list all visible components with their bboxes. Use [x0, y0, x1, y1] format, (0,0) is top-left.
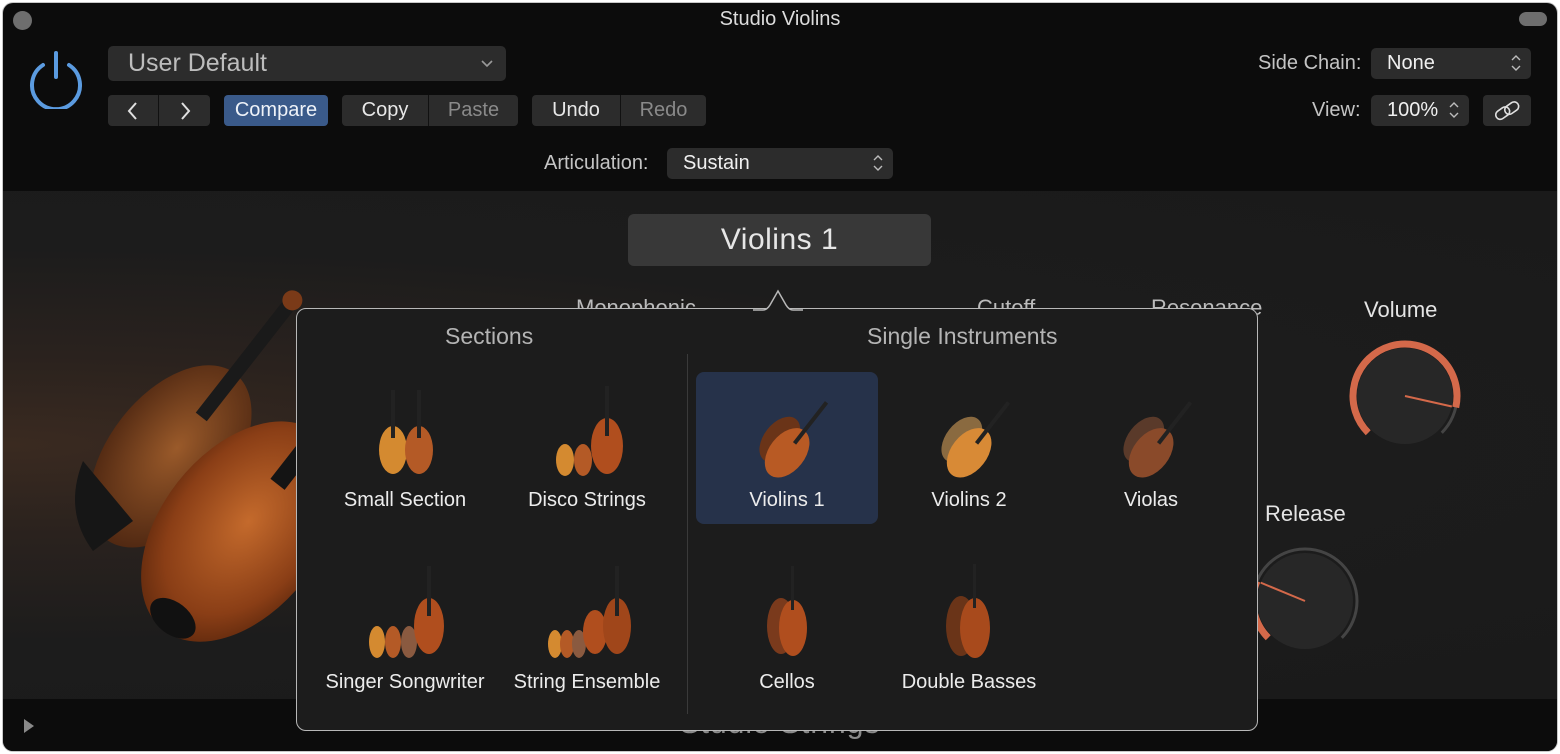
view-zoom-value: 100% — [1387, 99, 1439, 121]
articulation-select[interactable]: Sustain — [667, 148, 893, 179]
tile-label: Small Section — [343, 489, 467, 511]
tile-label: Disco Strings — [528, 489, 646, 511]
violins-1-icon — [759, 401, 829, 478]
tile-violins-2[interactable]: Violins 2 — [878, 372, 1060, 524]
link-button[interactable] — [1483, 95, 1531, 126]
link-icon — [1494, 100, 1520, 120]
tile-label: Violins 1 — [749, 489, 825, 511]
articulation-label: Articulation: — [544, 152, 649, 174]
release-knob[interactable] — [1243, 539, 1367, 663]
articulation-value: Sustain — [683, 152, 750, 174]
view-zoom-select[interactable]: 100% — [1371, 95, 1469, 126]
tile-label: String Ensemble — [513, 671, 661, 693]
window-pill-button[interactable] — [1519, 12, 1547, 26]
side-chain-label: Side Chain: — [1258, 52, 1362, 74]
cellos-icon — [767, 566, 807, 656]
next-preset-button[interactable] — [158, 95, 210, 126]
chevron-right-icon — [180, 101, 190, 120]
tile-label: Singer Songwriter — [325, 671, 485, 693]
up-down-arrows-icon — [1449, 102, 1459, 118]
disco-strings-icon — [556, 386, 623, 476]
instrument-picker-popover: Sections Single Instruments Small Sectio… — [296, 308, 1258, 731]
window-title: Studio Violins — [719, 8, 841, 30]
tile-violas[interactable]: Violas — [1060, 372, 1242, 524]
tile-violins-1[interactable]: Violins 1 — [696, 372, 878, 524]
paste-button[interactable]: Paste — [428, 95, 518, 126]
tile-small-section[interactable]: Small Section — [314, 372, 496, 524]
chevron-down-icon — [481, 60, 493, 68]
view-label: View: — [1312, 99, 1361, 121]
tile-label: Double Basses — [901, 671, 1037, 693]
double-basses-icon — [946, 564, 990, 658]
up-down-arrows-icon — [873, 155, 883, 171]
single-instruments-heading: Single Instruments — [867, 323, 1058, 349]
tile-disco-strings[interactable]: Disco Strings — [496, 372, 678, 524]
previous-preset-button[interactable] — [108, 95, 158, 126]
release-label: Release — [1265, 501, 1346, 526]
tile-string-ensemble[interactable]: String Ensemble — [496, 554, 678, 706]
popover-arrow — [753, 289, 803, 311]
power-icon[interactable] — [27, 47, 85, 109]
violas-icon — [1123, 401, 1193, 478]
redo-button[interactable]: Redo — [620, 95, 706, 126]
string-ensemble-icon — [548, 566, 631, 658]
tile-label: Violas — [1123, 489, 1179, 511]
chevron-left-icon — [127, 101, 137, 120]
compare-button[interactable]: Compare — [224, 95, 328, 126]
copy-button[interactable]: Copy — [342, 95, 428, 126]
side-chain-select[interactable]: None — [1371, 48, 1531, 79]
tile-label: Violins 2 — [931, 489, 1007, 511]
popover-divider — [687, 354, 688, 714]
singer-songwriter-icon — [369, 566, 444, 658]
sections-heading: Sections — [445, 323, 534, 349]
undo-button[interactable]: Undo — [532, 95, 620, 126]
side-chain-value: None — [1387, 52, 1435, 74]
instrument-name-button[interactable]: Violins 1 — [628, 214, 931, 266]
up-down-arrows-icon — [1511, 55, 1521, 71]
volume-knob[interactable] — [1343, 334, 1467, 458]
preset-menu[interactable]: User Default — [108, 46, 506, 81]
tile-singer-songwriter[interactable]: Singer Songwriter — [314, 554, 496, 706]
preset-value: User Default — [128, 49, 267, 77]
tile-cellos[interactable]: Cellos — [696, 554, 878, 706]
volume-label: Volume — [1364, 297, 1438, 322]
tile-double-basses[interactable]: Double Basses — [878, 554, 1060, 706]
small-section-icon — [379, 390, 433, 474]
tile-label: Cellos — [759, 671, 815, 693]
plugin-window: Studio Violins User Default Compare Copy… — [3, 3, 1557, 751]
violins-2-icon — [941, 401, 1011, 478]
